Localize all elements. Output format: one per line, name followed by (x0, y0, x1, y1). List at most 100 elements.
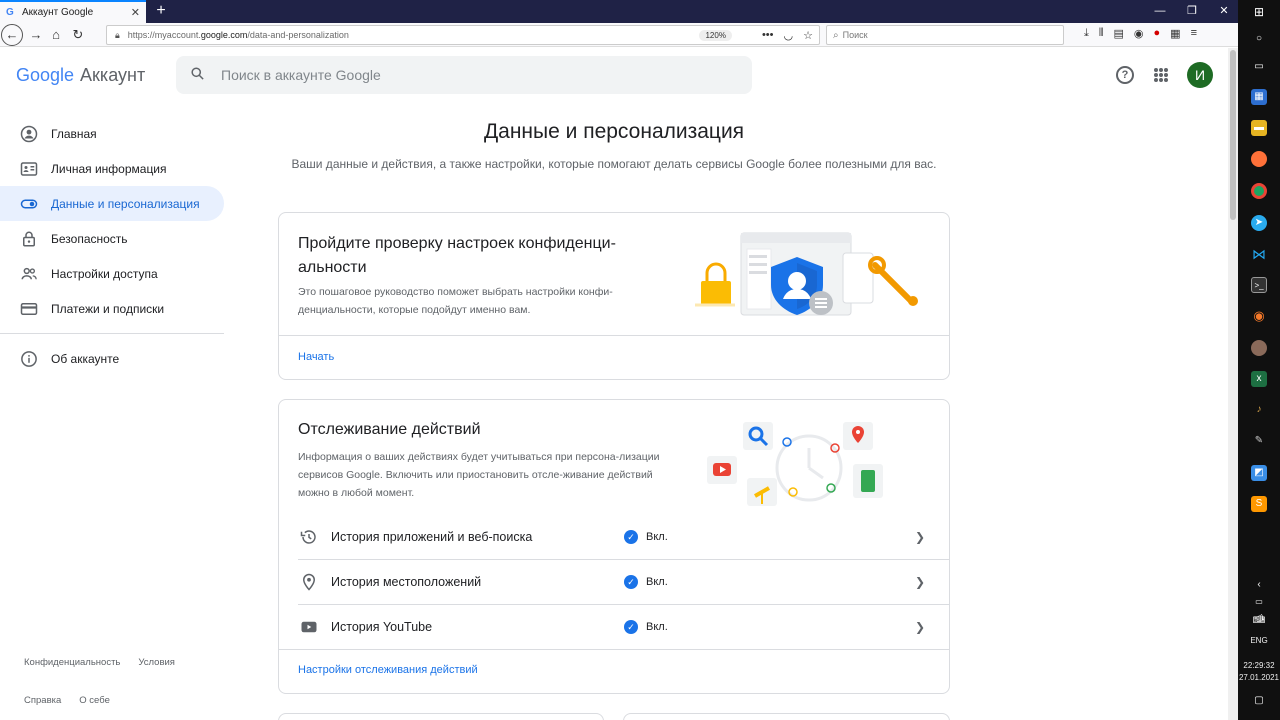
browser-navbar: ← → ⌂ ↻ 🔒︎ https://myaccount.google.com/… (0, 23, 1238, 47)
browser-search-input[interactable]: ⌕ Поиск (826, 25, 1064, 45)
location-pin-icon (300, 573, 318, 591)
library-icon[interactable]: ⫴ (1099, 27, 1104, 40)
activity-card-title: Отслеживание действий (298, 421, 481, 438)
file-explorer-icon[interactable]: ▬ (1251, 120, 1267, 136)
network-volume-icon[interactable]: ▭ ◁) (1251, 594, 1267, 622)
sidebar-item-label: Платежи и подписки (51, 301, 165, 316)
activity-settings-link[interactable]: Настройки отслеживания действий (298, 664, 478, 676)
avatar[interactable]: И (1187, 62, 1213, 88)
maximize-window-icon[interactable]: ❐ (1174, 0, 1210, 23)
language-indicator[interactable]: ENG (1238, 636, 1280, 645)
pocket-icon[interactable]: ◡ (784, 29, 794, 42)
app-icon[interactable]: ♪ (1251, 402, 1267, 418)
sidebar-item-payments[interactable]: Платежи и подписки (0, 291, 224, 326)
next-card-left (278, 713, 604, 720)
check-icon: ✓ (624, 575, 638, 589)
about-link[interactable]: О себе (79, 695, 110, 706)
sublime-text-icon[interactable]: S (1251, 496, 1267, 512)
download-icon[interactable]: ⤓ (1084, 27, 1089, 40)
account-icon[interactable]: ◉ (1134, 27, 1144, 40)
screenshot-tool-icon[interactable]: ◩ (1251, 465, 1267, 481)
url-text[interactable]: https://myaccount.google.com/data-and-pe… (128, 30, 700, 40)
start-checkup-link[interactable]: Начать (298, 351, 334, 363)
shield-lock-icon: 🔒︎ (115, 29, 120, 40)
telegram-icon[interactable]: ➤ (1251, 215, 1267, 231)
status-badge: Вкл. (646, 576, 668, 588)
extension-icon[interactable]: ▦ (1170, 27, 1180, 40)
people-icon (20, 265, 38, 283)
activity-row-location[interactable]: История местоположений ✓ Вкл. ❯ (279, 560, 949, 604)
privacy-link[interactable]: Конфиденциальность (24, 657, 120, 668)
activity-row-web-app[interactable]: История приложений и веб-поиска ✓ Вкл. ❯ (279, 515, 949, 559)
activity-card-desc: Информация о ваших действиях будет учиты… (298, 451, 660, 499)
account-search-input[interactable] (221, 67, 721, 83)
sidebar-item-personal-info[interactable]: Личная информация (0, 151, 224, 186)
person-circle-icon (20, 125, 38, 143)
toggle-icon (20, 195, 38, 213)
sidebar-item-sharing[interactable]: Настройки доступа (0, 256, 224, 291)
terminal-icon[interactable]: >_ (1251, 277, 1267, 293)
browser-tab[interactable]: G Аккаунт Google ✕ (0, 0, 146, 23)
search-icon[interactable]: ○ (1251, 31, 1267, 47)
google-account-logo[interactable]: Google Аккаунт (16, 65, 145, 86)
browser-tabbar: G Аккаунт Google ✕ + — ❐ ✕ (0, 0, 1238, 23)
bookmark-star-icon[interactable]: ☆ (803, 29, 813, 42)
chevron-right-icon: ❯ (915, 620, 926, 634)
chrome-icon[interactable] (1251, 183, 1267, 199)
forward-arrow-icon[interactable]: → (26, 25, 46, 45)
tab-close-icon[interactable]: ✕ (131, 6, 140, 19)
clock-date[interactable]: 27.01.2021 (1238, 673, 1280, 682)
status-badge: Вкл. (646, 531, 668, 543)
apps-grid-icon[interactable] (1154, 68, 1168, 82)
activity-row-label: История местоположений (331, 575, 482, 589)
help-link[interactable]: Справка (24, 695, 61, 706)
sidebar-item-about[interactable]: Об аккаунте (0, 341, 224, 376)
calculator-icon[interactable]: ▦ (1251, 89, 1267, 105)
clock-time[interactable]: 22:29:32 (1238, 661, 1280, 670)
tab-title: Аккаунт Google (22, 7, 94, 18)
home-icon[interactable]: ⌂ (46, 25, 66, 45)
sidebar-item-security[interactable]: Безопасность (0, 221, 224, 256)
account-logo-suffix: Аккаунт (80, 65, 146, 85)
activity-row-youtube[interactable]: История YouTube ✓ Вкл. ❯ (279, 605, 949, 649)
terms-link[interactable]: Условия (138, 657, 175, 668)
sidebar-item-home[interactable]: Главная (0, 116, 224, 151)
menu-icon[interactable]: ≡ (1191, 27, 1197, 40)
reload-icon[interactable]: ↻ (68, 25, 88, 45)
minimize-window-icon[interactable]: — (1142, 0, 1178, 23)
sidebar-item-label: Личная информация (51, 161, 167, 176)
windows-start-icon[interactable]: ⊞ (1251, 4, 1267, 20)
account-search-bar[interactable] (176, 56, 752, 94)
task-view-icon[interactable]: ▭ (1251, 59, 1267, 75)
scrollbar-thumb[interactable] (1230, 50, 1236, 220)
privacy-checkup-card: Пройдите проверку настроек конфиденци-ал… (278, 212, 950, 380)
google-logo-text: Google (16, 65, 75, 85)
sidebar-toggle-icon[interactable]: ▤ (1114, 27, 1124, 40)
sidebar-item-label: Данные и персонализация (51, 196, 200, 211)
id-card-icon (20, 160, 38, 178)
app-avatar-icon[interactable] (1251, 340, 1267, 356)
sidebar-item-label: Главная (51, 126, 97, 141)
check-icon: ✓ (624, 530, 638, 544)
keyboard-icon[interactable]: ⌨ (1251, 612, 1267, 628)
back-arrow-icon[interactable]: ← (1, 24, 23, 46)
chevron-right-icon: ❯ (915, 530, 926, 544)
activity-controls-card: Отслеживание действий Информация о ваших… (278, 399, 950, 694)
vscode-icon[interactable]: ⋈ (1251, 246, 1267, 262)
app-icon[interactable]: ✎ (1251, 433, 1267, 449)
adblock-icon[interactable]: ● (1154, 27, 1161, 40)
url-bar[interactable]: 🔒︎ https://myaccount.google.com/data-and… (106, 25, 820, 45)
excel-icon[interactable]: x (1251, 371, 1267, 387)
close-window-icon[interactable]: ✕ (1206, 0, 1242, 23)
firefox-icon[interactable] (1251, 151, 1267, 167)
sidebar-nav: Главная Личная информация Данные и персо… (0, 116, 224, 376)
page-title: Данные и персонализация (483, 120, 745, 143)
blender-icon[interactable]: ◉ (1251, 308, 1267, 324)
notifications-icon[interactable]: ▢ (1251, 693, 1267, 709)
sidebar-item-data-personalization[interactable]: Данные и персонализация (0, 186, 224, 221)
chevron-up-icon[interactable]: ‹ (1251, 577, 1267, 593)
zoom-level-badge[interactable]: 120% (699, 29, 732, 41)
new-tab-button[interactable]: + (152, 0, 170, 23)
help-icon[interactable]: ? (1116, 66, 1134, 84)
more-actions-icon[interactable]: ••• (762, 29, 774, 42)
